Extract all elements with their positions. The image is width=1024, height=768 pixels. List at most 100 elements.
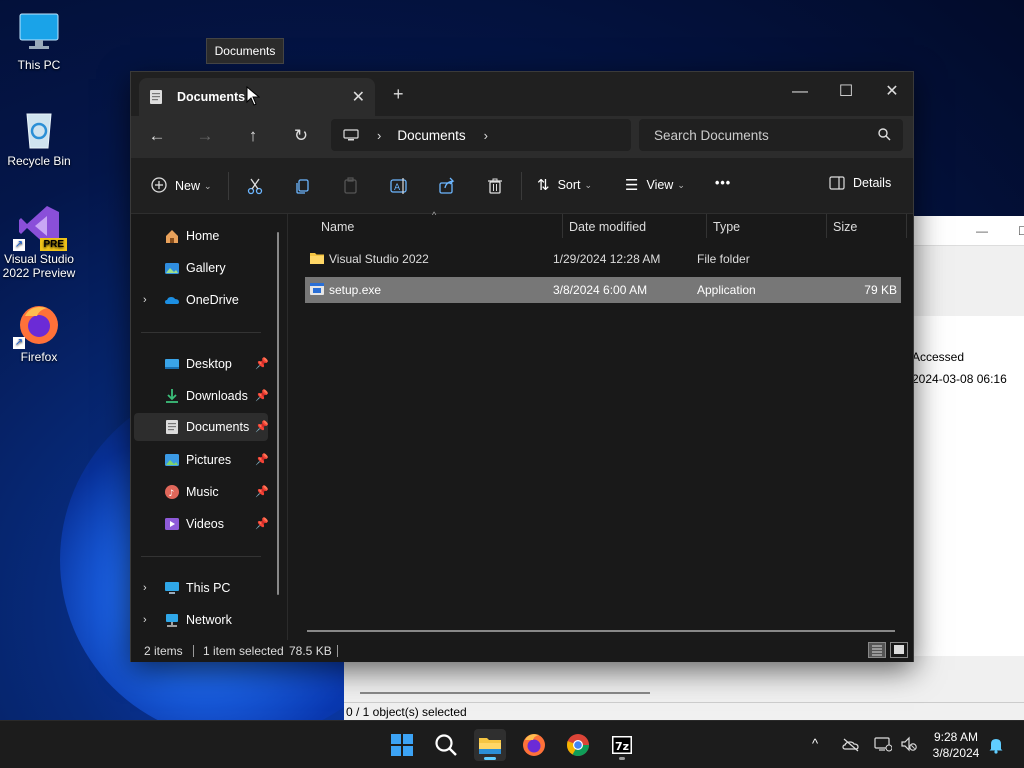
file-row[interactable]: Visual Studio 2022 1/29/2024 12:28 AM Fi… bbox=[305, 246, 901, 272]
sidebar-item-network[interactable]: › Network bbox=[131, 606, 279, 634]
pin-icon[interactable]: 📌 bbox=[255, 420, 269, 433]
new-label: New bbox=[175, 179, 201, 193]
paste-button[interactable] bbox=[341, 176, 361, 196]
file-row[interactable]: setup.exe 3/8/2024 6:00 AM Application 7… bbox=[305, 277, 901, 303]
volume-muted-icon[interactable] bbox=[900, 736, 918, 752]
desktop-icon-visual-studio[interactable]: PRE ↗ Visual Studio 2022 Preview bbox=[2, 204, 76, 280]
refresh-button[interactable]: ↻ bbox=[289, 126, 313, 146]
sidebar-item-pictures[interactable]: Pictures 📌 bbox=[131, 446, 279, 474]
tiles-view-icon bbox=[894, 645, 904, 654]
close-tab-icon[interactable]: ✕ bbox=[352, 87, 365, 107]
expand-chevron-icon[interactable]: › bbox=[143, 614, 147, 626]
trash-icon bbox=[488, 178, 502, 194]
search-icon[interactable] bbox=[878, 128, 891, 141]
pin-icon[interactable]: 📌 bbox=[255, 453, 269, 466]
rename-button[interactable]: A bbox=[389, 176, 409, 196]
expand-chevron-icon[interactable]: › bbox=[143, 294, 147, 306]
pin-icon[interactable]: 📌 bbox=[255, 517, 269, 530]
running-indicator bbox=[619, 757, 625, 760]
desktop-icon-recycle-bin[interactable]: Recycle Bin bbox=[2, 106, 76, 168]
taskbar-7zip[interactable]: 7z bbox=[606, 729, 638, 761]
sort-button[interactable]: ⇅ Sort ⌄ bbox=[537, 176, 592, 194]
desktop-icon-firefox[interactable]: ↗ Firefox bbox=[2, 302, 76, 364]
back-button[interactable]: ← bbox=[145, 126, 169, 146]
file-date: 1/29/2024 12:28 AM bbox=[553, 252, 661, 266]
sidebar-scrollbar[interactable] bbox=[277, 232, 279, 595]
view-button[interactable]: ☰ View ⌄ bbox=[625, 176, 685, 194]
column-divider[interactable] bbox=[906, 214, 907, 238]
desktop-icon-this-pc[interactable]: This PC bbox=[2, 10, 76, 72]
sidebar-divider bbox=[141, 332, 261, 333]
rename-icon: A bbox=[390, 178, 407, 194]
sidebar-item-home[interactable]: Home bbox=[131, 222, 279, 250]
sidebar-item-downloads[interactable]: Downloads 📌 bbox=[131, 382, 279, 410]
column-divider[interactable] bbox=[706, 214, 707, 238]
more-options-button[interactable]: ••• bbox=[715, 176, 731, 190]
taskbar-chrome[interactable] bbox=[562, 729, 594, 761]
svg-text:A: A bbox=[394, 183, 401, 193]
column-header-type[interactable]: Type bbox=[713, 220, 740, 234]
horizontal-scrollbar[interactable] bbox=[307, 630, 895, 632]
recycle-bin-icon bbox=[17, 106, 61, 150]
desktop-icon-label: Visual Studio 2022 Preview bbox=[2, 252, 76, 280]
details-view-button[interactable] bbox=[868, 642, 886, 658]
chevron-right-icon[interactable]: › bbox=[377, 128, 381, 143]
column-header-date-modified[interactable]: Date modified bbox=[569, 220, 646, 234]
sidebar-item-label: Home bbox=[186, 229, 220, 243]
forward-button[interactable]: → bbox=[193, 126, 217, 146]
network-status-icon[interactable] bbox=[874, 736, 892, 752]
column-divider[interactable] bbox=[826, 214, 827, 238]
pin-icon[interactable]: 📌 bbox=[255, 357, 269, 370]
downloads-icon bbox=[166, 389, 178, 403]
new-tab-button[interactable]: + bbox=[393, 84, 404, 105]
details-pane-button[interactable]: Details bbox=[829, 176, 891, 190]
search-icon bbox=[435, 734, 457, 756]
column-header-name[interactable]: Name bbox=[321, 220, 354, 234]
monitor-icon bbox=[17, 10, 61, 54]
clock[interactable]: 9:28 AM 3/8/2024 bbox=[924, 729, 988, 761]
breadcrumb-documents[interactable]: Documents bbox=[397, 128, 465, 143]
notification-bell-icon[interactable] bbox=[988, 736, 1004, 754]
minimize-button[interactable]: — bbox=[777, 78, 823, 106]
sidebar-item-this-pc[interactable]: › This PC bbox=[131, 574, 279, 602]
delete-button[interactable] bbox=[485, 176, 505, 196]
sidebar-item-label: OneDrive bbox=[186, 293, 239, 307]
sidebar-item-documents[interactable]: Documents 📌 bbox=[134, 413, 269, 441]
up-button[interactable]: ↑ bbox=[241, 126, 265, 146]
cut-button[interactable] bbox=[245, 176, 265, 196]
maximize-icon[interactable]: ☐ bbox=[1018, 224, 1024, 238]
close-window-button[interactable]: ✕ bbox=[869, 78, 915, 106]
sidebar-item-gallery[interactable]: Gallery bbox=[131, 254, 279, 282]
minimize-icon[interactable]: — bbox=[976, 224, 988, 238]
music-icon: ♪ bbox=[165, 485, 179, 499]
tiles-view-button[interactable] bbox=[890, 642, 908, 658]
column-header-accessed[interactable]: Accessed bbox=[912, 350, 964, 364]
sidebar-item-desktop[interactable]: Desktop 📌 bbox=[131, 350, 279, 378]
new-button[interactable]: New ⌄ bbox=[151, 176, 212, 196]
column-header-size[interactable]: Size bbox=[833, 220, 857, 234]
path-bar[interactable]: › Documents › bbox=[331, 119, 631, 151]
pin-icon[interactable]: 📌 bbox=[255, 389, 269, 402]
search-input[interactable]: Search Documents bbox=[639, 119, 903, 151]
pin-icon[interactable]: 📌 bbox=[255, 485, 269, 498]
search-taskbar-button[interactable] bbox=[430, 729, 462, 761]
horizontal-scrollbar[interactable] bbox=[360, 692, 650, 694]
start-button[interactable] bbox=[386, 729, 418, 761]
selection-size: 78.5 KB bbox=[289, 644, 332, 658]
file-explorer-window[interactable]: Documents ✕ + — ☐ ✕ ← → ↑ ↻ › Documents … bbox=[130, 71, 914, 662]
expand-chevron-icon[interactable]: › bbox=[143, 582, 147, 594]
sidebar-item-onedrive[interactable]: › OneDrive bbox=[131, 286, 279, 314]
share-button[interactable] bbox=[437, 176, 457, 196]
taskbar-firefox[interactable] bbox=[518, 729, 550, 761]
chevron-right-icon[interactable]: › bbox=[484, 128, 488, 143]
copy-button[interactable] bbox=[293, 176, 313, 196]
sidebar-item-music[interactable]: ♪ Music 📌 bbox=[131, 478, 279, 506]
onedrive-offline-icon[interactable] bbox=[842, 737, 860, 753]
visual-studio-icon: PRE ↗ bbox=[13, 204, 67, 251]
sidebar-item-videos[interactable]: Videos 📌 bbox=[131, 510, 279, 538]
shortcut-arrow-icon: ↗ bbox=[13, 337, 25, 349]
taskbar-file-explorer[interactable] bbox=[474, 729, 506, 761]
column-divider[interactable] bbox=[562, 214, 563, 238]
maximize-button[interactable]: ☐ bbox=[823, 78, 869, 106]
show-hidden-icons-chevron[interactable]: ^ bbox=[812, 736, 818, 751]
